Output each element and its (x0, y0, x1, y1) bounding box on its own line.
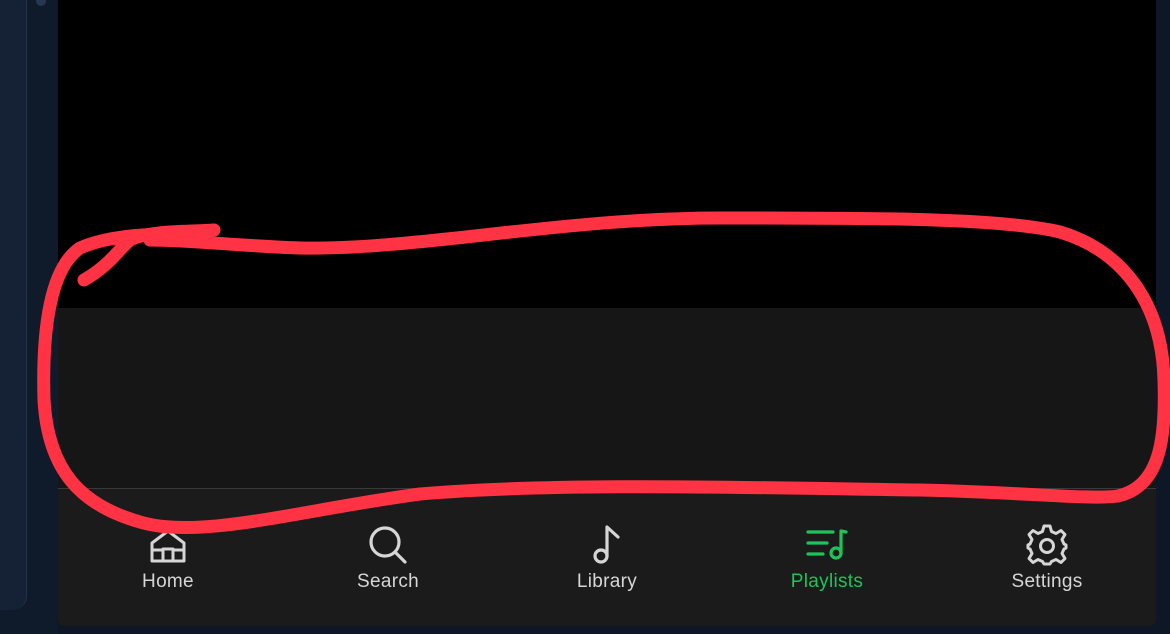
tab-search-label: Search (356, 571, 419, 592)
tab-playlists[interactable]: Playlists (737, 489, 917, 626)
tab-search[interactable]: Search (298, 489, 478, 626)
app-panel: Home Search Library Playlists Settings (58, 0, 1156, 626)
bottom-tab-bar: Home Search Library Playlists Settings (58, 489, 1156, 626)
mini-player-area[interactable] (58, 308, 1156, 488)
content-area (58, 0, 1156, 308)
left-panel-edge (0, 0, 27, 610)
tab-settings-label: Settings (1011, 571, 1083, 592)
tab-library-label: Library (576, 571, 638, 592)
search-icon (366, 523, 410, 567)
playlist-icon (805, 523, 849, 567)
tab-library[interactable]: Library (517, 489, 697, 626)
music-note-icon (585, 523, 629, 567)
tab-playlists-label: Playlists (790, 571, 864, 592)
tab-home-label: Home (142, 571, 194, 592)
tab-home[interactable]: Home (78, 489, 258, 626)
tab-settings[interactable]: Settings (957, 489, 1137, 626)
home-icon (146, 523, 190, 567)
gear-icon (1025, 523, 1069, 567)
